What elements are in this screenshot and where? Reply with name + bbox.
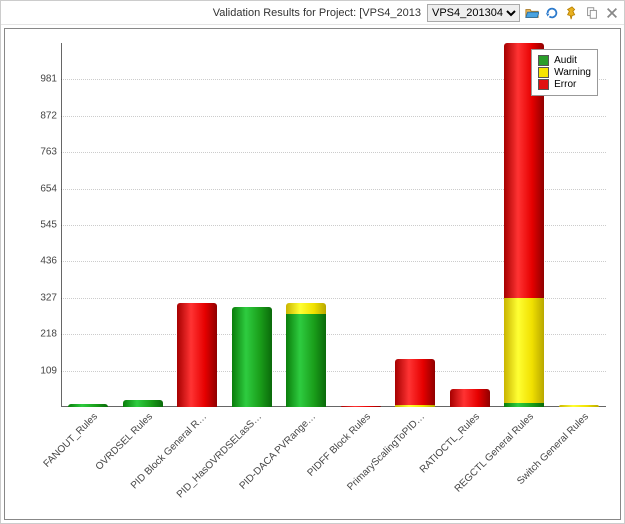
chart-area: FANOUT_RulesOVRDSEL RulesPID Block Gener… (4, 28, 621, 520)
bar-segment-audit[interactable] (123, 400, 163, 407)
legend-swatch-audit (538, 55, 549, 66)
xtick-label: OVRDSEL Rules (93, 411, 154, 472)
bar[interactable] (177, 303, 217, 407)
bar-segment-error[interactable] (177, 303, 217, 407)
bar-slot[interactable]: PIDFF Block Rules (334, 43, 389, 407)
bar[interactable] (395, 359, 435, 407)
bar[interactable] (286, 303, 326, 407)
legend-label-audit: Audit (554, 55, 577, 66)
bar[interactable] (504, 43, 544, 407)
close-icon[interactable] (604, 5, 620, 21)
ytick-label: 872 (25, 110, 57, 121)
folder-open-icon[interactable] (524, 5, 540, 21)
bar[interactable] (68, 404, 108, 407)
bar-slot[interactable]: Switch General Rules (552, 43, 607, 407)
titlebar: Validation Results for Project: [VPS4_20… (1, 1, 624, 25)
legend-item-warning: Warning (538, 67, 591, 78)
window-title: Validation Results for Project: [VPS4_20… (5, 7, 423, 19)
bar[interactable] (450, 389, 490, 407)
bar-segment-warn[interactable] (559, 405, 599, 407)
legend-item-audit: Audit (538, 55, 591, 66)
ytick-label: 109 (25, 365, 57, 376)
bar[interactable] (559, 405, 599, 407)
bar-slot[interactable]: OVRDSEL Rules (116, 43, 171, 407)
legend-swatch-warning (538, 67, 549, 78)
ytick-label: 654 (25, 183, 57, 194)
legend-label-warning: Warning (554, 67, 591, 78)
bar-segment-audit[interactable] (504, 403, 544, 407)
bar-segment-warn[interactable] (504, 298, 544, 403)
bar[interactable] (123, 400, 163, 407)
legend-label-error: Error (554, 79, 576, 90)
ytick-label: 763 (25, 147, 57, 158)
bar-slot[interactable]: PID Block General R… (170, 43, 225, 407)
bar-slot[interactable]: REGCTL General Rules (497, 43, 552, 407)
plot-region: FANOUT_RulesOVRDSEL RulesPID Block Gener… (61, 43, 606, 407)
bar-segment-error[interactable] (395, 359, 435, 406)
ytick-label: 436 (25, 256, 57, 267)
copy-icon[interactable] (584, 5, 600, 21)
legend-swatch-error (538, 79, 549, 90)
xtick-label: FANOUT_Rules (42, 411, 100, 469)
bar-slot[interactable]: PID_HasOVRDSELasS… (225, 43, 280, 407)
bar-segment-error[interactable] (450, 389, 490, 407)
ytick-label: 981 (25, 74, 57, 85)
ytick-label: 218 (25, 329, 57, 340)
bars-container: FANOUT_RulesOVRDSEL RulesPID Block Gener… (61, 43, 606, 407)
project-select[interactable]: VPS4_201304 (427, 4, 520, 22)
bar-segment-warn[interactable] (286, 303, 326, 313)
ytick-label: 327 (25, 292, 57, 303)
legend-item-error: Error (538, 79, 591, 90)
bar-segment-audit[interactable] (286, 314, 326, 407)
bar-slot[interactable]: PID-DACA PVRange… (279, 43, 334, 407)
bar[interactable] (341, 406, 381, 407)
pin-icon[interactable] (564, 5, 580, 21)
bar-slot[interactable]: FANOUT_Rules (61, 43, 116, 407)
ytick-label: 545 (25, 220, 57, 231)
bar-segment-warn[interactable] (395, 405, 435, 407)
refresh-icon[interactable] (544, 5, 560, 21)
legend: Audit Warning Error (531, 49, 598, 96)
bar-slot[interactable]: RATIOCTL_Rules (443, 43, 498, 407)
bar-segment-error[interactable] (341, 406, 381, 407)
bar-segment-audit[interactable] (68, 404, 108, 407)
bar-slot[interactable]: PrimaryScalingToPID… (388, 43, 443, 407)
bar[interactable] (232, 307, 272, 407)
bar-segment-audit[interactable] (232, 307, 272, 407)
validation-results-window: Validation Results for Project: [VPS4_20… (0, 0, 625, 524)
